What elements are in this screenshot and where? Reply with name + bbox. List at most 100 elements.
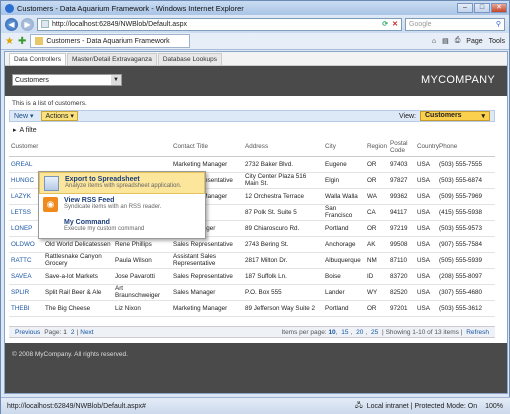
minimize-button[interactable]: – bbox=[457, 3, 473, 13]
app-menu: Data Controllers Master/Detail Extravaga… bbox=[5, 52, 507, 66]
home-icon[interactable]: ⌂ bbox=[432, 38, 436, 45]
table-cell: OR bbox=[365, 156, 388, 173]
customer-id-link[interactable]: SPLIR bbox=[9, 284, 43, 301]
column-header[interactable]: Postal Code bbox=[388, 138, 415, 157]
controller-select[interactable]: Customers ▼ bbox=[12, 74, 122, 86]
customer-id-link[interactable]: RATTC bbox=[9, 252, 43, 269]
table-cell: 99362 bbox=[388, 188, 415, 205]
page-size-20[interactable]: 20 bbox=[356, 329, 363, 336]
browser-tab-title: Customers - Data Aquarium Framework bbox=[46, 37, 170, 45]
address-row: ◀ ▶ http://localhost:62849/NWBlob/Defaul… bbox=[1, 15, 509, 33]
table-cell: (503) 555-6874 bbox=[437, 172, 495, 189]
close-button[interactable]: ✕ bbox=[491, 3, 507, 13]
table-row[interactable]: SAVEA Save-a-lot Markets Jose Pavarotti Sal… bbox=[9, 268, 495, 285]
table-cell: (907) 555-7584 bbox=[437, 236, 495, 253]
table-cell: Anchorage bbox=[323, 236, 365, 253]
feeds-icon[interactable]: ▤ bbox=[442, 37, 449, 45]
chevron-down-icon: ▾ bbox=[481, 113, 485, 120]
table-cell: Assistant Sales Representative bbox=[171, 252, 243, 269]
ie-logo-icon bbox=[5, 3, 14, 13]
table-row[interactable]: RATTC Rattlesnake Canyon Grocery Paula Wil… bbox=[9, 252, 495, 269]
pager-info: Items per page: 10, 15, 20, 25 | Showing… bbox=[281, 328, 489, 336]
customer-id-link[interactable]: GREAL bbox=[9, 156, 43, 173]
chevron-down-icon: ▼ bbox=[111, 75, 121, 85]
tab-master-detail[interactable]: Master/Detail Extravaganza bbox=[66, 53, 157, 65]
table-cell: USA bbox=[415, 252, 437, 269]
view-selector: View: Customers ▾ bbox=[399, 111, 494, 121]
column-header[interactable]: Contact Title bbox=[171, 138, 243, 157]
table-cell: 12 Orchestra Terrace bbox=[243, 188, 323, 205]
table-cell: 97201 bbox=[388, 300, 415, 317]
search-icon[interactable]: ⚲ bbox=[496, 20, 504, 28]
browser-tab[interactable]: Customers - Data Aquarium Framework bbox=[30, 34, 191, 48]
window-title: Customers - Data Aquarium Framework - Wi… bbox=[17, 3, 244, 13]
column-header[interactable]: Phone bbox=[437, 138, 495, 157]
pager-next[interactable]: Next bbox=[80, 329, 93, 336]
maximize-button[interactable]: □ bbox=[474, 3, 490, 13]
zoom-level[interactable]: 100% bbox=[485, 403, 503, 410]
address-bar[interactable]: http://localhost:62849/NWBlob/Default.as… bbox=[37, 17, 402, 31]
table-cell: Albuquerque bbox=[323, 252, 365, 269]
column-header[interactable] bbox=[113, 138, 171, 157]
pager-prev[interactable]: Previous bbox=[15, 329, 40, 336]
table-cell: Walla Walla bbox=[323, 188, 365, 205]
table-cell: 97827 bbox=[388, 172, 415, 189]
refresh-link[interactable]: Refresh bbox=[466, 329, 489, 336]
table-row[interactable]: THEBI The Big Cheese Liz Nixon Marketing Ma… bbox=[9, 300, 495, 317]
column-header[interactable]: Region bbox=[365, 138, 388, 157]
column-header[interactable] bbox=[43, 138, 113, 157]
table-row[interactable]: SPLIR Split Rail Beer & Ale Art Braunschwe… bbox=[9, 284, 495, 301]
spreadsheet-icon bbox=[44, 176, 59, 191]
column-header[interactable]: Customer bbox=[9, 138, 43, 157]
page-size-25[interactable]: 25 bbox=[371, 329, 378, 336]
table-cell: (415) 555-5938 bbox=[437, 204, 495, 221]
table-cell: 87 Polk St. Suite 5 bbox=[243, 204, 323, 221]
pager-page-2[interactable]: 2 bbox=[71, 329, 75, 336]
customer-id-link[interactable]: THEBI bbox=[9, 300, 43, 317]
view-select[interactable]: Customers ▾ bbox=[420, 111, 490, 121]
menu-item-rss-feed[interactable]: ◉ View RSS Feed Syndicate items with an … bbox=[39, 194, 205, 216]
view-label: View: bbox=[399, 112, 416, 120]
page-menu[interactable]: Page bbox=[466, 38, 482, 45]
table-cell: OR bbox=[365, 172, 388, 189]
table-cell: (505) 555-5939 bbox=[437, 252, 495, 269]
page-size-15[interactable]: 15 bbox=[341, 329, 348, 336]
column-header[interactable]: Country bbox=[415, 138, 439, 157]
tab-data-controllers[interactable]: Data Controllers bbox=[9, 53, 66, 65]
customer-id-link[interactable]: SAVEA bbox=[9, 268, 43, 285]
back-button[interactable]: ◀ bbox=[5, 17, 18, 31]
command-icon bbox=[43, 219, 58, 234]
tab-database-lookups[interactable]: Database Lookups bbox=[157, 53, 223, 65]
table-cell: Boise bbox=[323, 268, 365, 285]
table-cell: OR bbox=[365, 300, 388, 317]
column-header[interactable]: Address bbox=[243, 138, 323, 157]
table-row[interactable]: GREAL Marketing Manager 2732 Baker Blvd. Eu… bbox=[9, 156, 495, 173]
favorites-star-icon[interactable]: ★ bbox=[5, 36, 14, 47]
table-cell: NM bbox=[365, 252, 388, 269]
add-favorites-icon[interactable]: ✚ bbox=[18, 36, 26, 47]
new-button[interactable]: New ▾ bbox=[14, 112, 33, 120]
search-input[interactable]: Google ⚲ bbox=[405, 17, 505, 31]
column-header[interactable]: City bbox=[323, 138, 365, 157]
pager: Previous Page: 1 2 | Next Items per page:… bbox=[9, 326, 495, 338]
table-cell: USA bbox=[415, 220, 437, 237]
refresh-icon[interactable]: ⟳ bbox=[382, 20, 388, 28]
table-cell: 2732 Baker Blvd. bbox=[243, 156, 323, 173]
table-cell: 99508 bbox=[388, 236, 415, 253]
table-cell: 87110 bbox=[388, 252, 415, 269]
menu-item-my-command[interactable]: My Command Execute my custom command bbox=[39, 216, 205, 238]
window-controls: – □ ✕ bbox=[457, 3, 507, 13]
page-size-10[interactable]: 10 bbox=[328, 329, 335, 336]
tools-menu[interactable]: Tools bbox=[489, 38, 505, 45]
actions-button[interactable]: Actions ▾ bbox=[41, 111, 78, 121]
table-cell: 83720 bbox=[388, 268, 415, 285]
stop-icon[interactable]: ✕ bbox=[392, 20, 398, 28]
filter-label: A filte bbox=[19, 126, 37, 134]
table-cell: The Big Cheese bbox=[43, 300, 113, 317]
print-icon[interactable]: ⎙ bbox=[455, 37, 461, 45]
forward-button[interactable]: ▶ bbox=[21, 17, 34, 31]
actions-dropdown: Export to Spreadsheet Analyze items with… bbox=[38, 171, 206, 239]
table-cell: USA bbox=[415, 156, 437, 173]
table-cell: Rattlesnake Canyon Grocery bbox=[43, 252, 113, 269]
menu-item-export-spreadsheet[interactable]: Export to Spreadsheet Analyze items with… bbox=[39, 172, 205, 194]
